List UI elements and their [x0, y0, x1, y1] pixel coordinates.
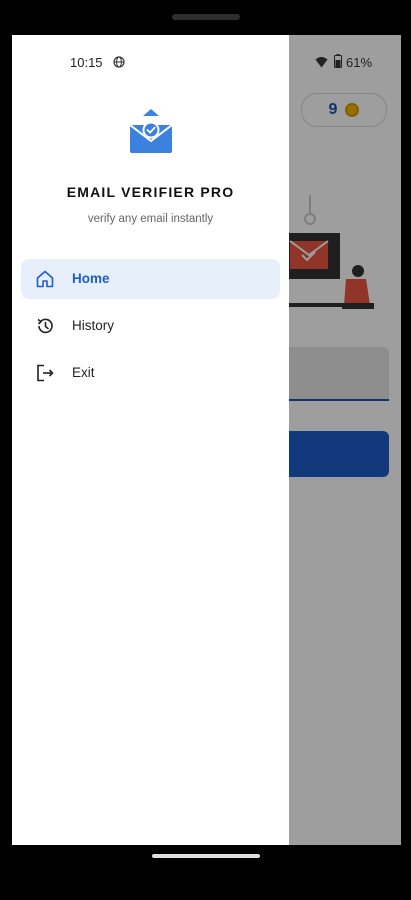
drawer-item-exit[interactable]: Exit	[21, 353, 280, 393]
drawer-item-home[interactable]: Home	[21, 259, 280, 299]
drawer-item-label: Exit	[72, 365, 95, 380]
phone-frame: 9 10:15 61% EMAIL VERIFIER PRO verify an…	[0, 0, 411, 900]
status-time: 10:15	[70, 55, 103, 70]
wifi-icon	[315, 57, 328, 68]
drawer-menu: Home History Exit	[21, 259, 280, 400]
app-subtitle: verify any email instantly	[87, 213, 214, 225]
speaker-grille	[172, 14, 240, 20]
drawer-item-history[interactable]: History	[21, 306, 280, 346]
status-bar: 10:15 61%	[12, 35, 401, 79]
app-title: EMAIL VERIFIER PRO	[66, 184, 235, 200]
navigation-drawer: EMAIL VERIFIER PRO verify any email inst…	[12, 35, 289, 845]
drawer-item-label: Home	[72, 271, 110, 286]
globe-icon	[113, 56, 125, 68]
history-icon	[37, 318, 53, 334]
gesture-home-bar[interactable]	[152, 854, 260, 858]
battery-percent: 61%	[346, 55, 373, 70]
exit-icon	[37, 364, 54, 382]
drawer-item-label: History	[72, 318, 115, 333]
battery-icon	[334, 54, 342, 68]
screen: 9 10:15 61% EMAIL VERIFIER PRO verify an…	[12, 35, 401, 845]
home-icon	[36, 270, 54, 288]
email-verify-logo-icon	[129, 109, 173, 153]
